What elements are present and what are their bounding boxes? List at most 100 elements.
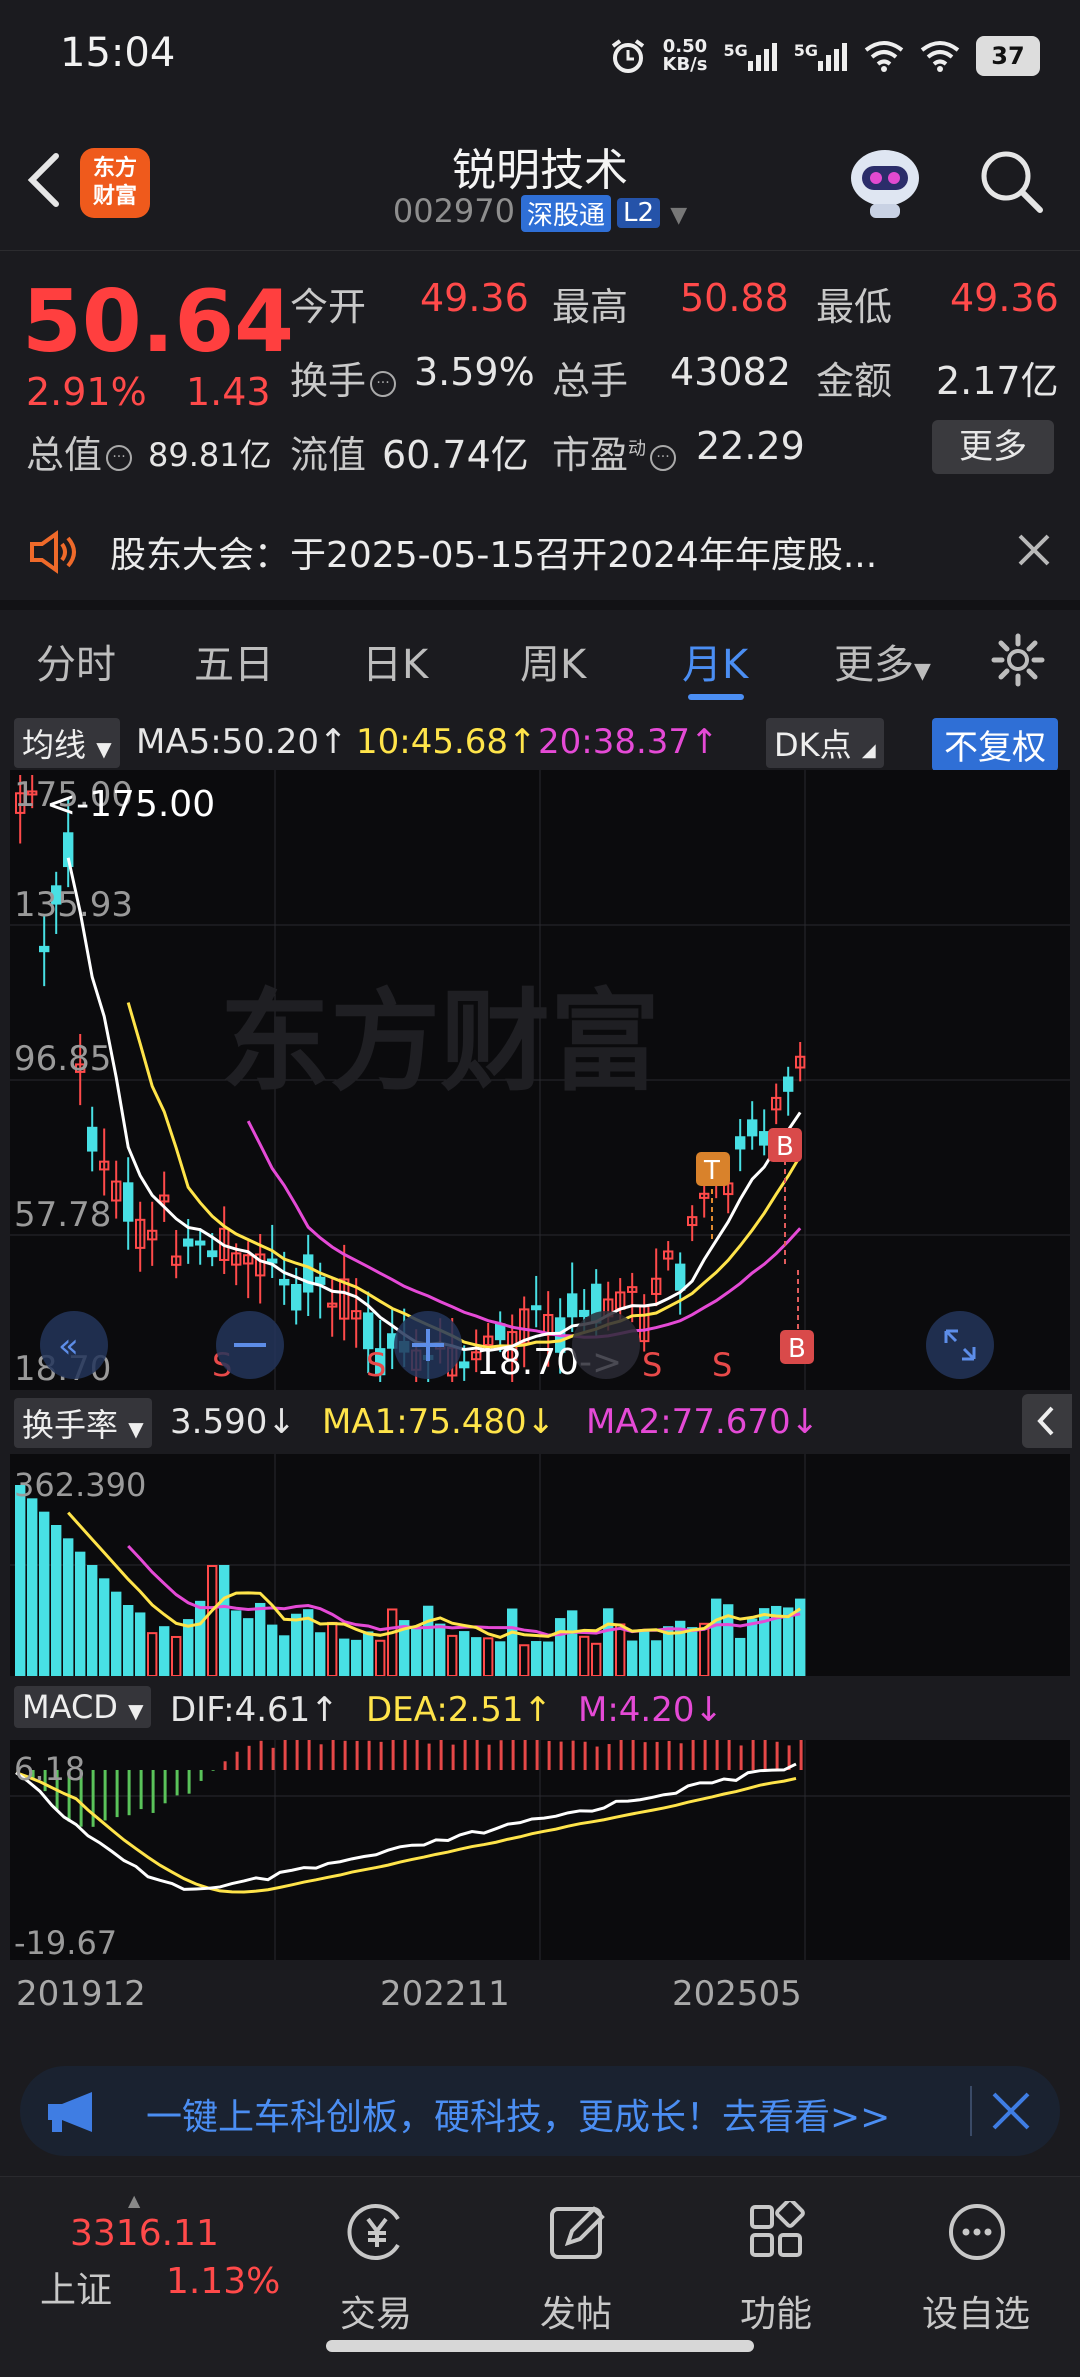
high-label: 最高 bbox=[552, 285, 629, 329]
macd-bar bbox=[679, 1743, 683, 1770]
signal-1: 5G bbox=[723, 41, 777, 71]
turnover-chart[interactable]: 362.390 bbox=[10, 1454, 1070, 1676]
nav-trade[interactable]: 交易 bbox=[276, 2177, 476, 2347]
macd-bar bbox=[247, 1745, 251, 1770]
turnover-bar bbox=[555, 1618, 566, 1676]
candle-body bbox=[123, 1182, 134, 1222]
macd-bar bbox=[571, 1740, 575, 1770]
quote-panel: 50.64 2.91% 1.43 今开 49.36 最高 50.88 最低 49… bbox=[0, 252, 1080, 510]
turnover-bar bbox=[51, 1525, 62, 1676]
turnover-bar bbox=[783, 1607, 794, 1676]
gear-icon[interactable] bbox=[990, 632, 1046, 688]
nav-add-watchlist[interactable]: 设自选 bbox=[876, 2177, 1076, 2347]
turnover-bar bbox=[519, 1644, 530, 1676]
turnover-select-label: 换手率 bbox=[22, 1406, 119, 1444]
info-icon[interactable]: ··· bbox=[650, 444, 677, 471]
candle-body bbox=[747, 1119, 758, 1137]
macd-bar bbox=[631, 1740, 635, 1770]
tab-five-day[interactable]: 五日 bbox=[194, 632, 274, 690]
tab-minute[interactable]: 分时 bbox=[36, 632, 116, 690]
macd-bar bbox=[643, 1742, 647, 1770]
turnover-bar bbox=[447, 1634, 458, 1676]
dropdown-caret-icon: ▼ bbox=[914, 659, 931, 684]
info-icon[interactable]: ··· bbox=[106, 444, 133, 471]
tab-weekly-k[interactable]: 周K bbox=[520, 632, 586, 690]
turnover-bar bbox=[711, 1598, 722, 1676]
macd-bar bbox=[283, 1740, 287, 1770]
turnover-bar bbox=[195, 1600, 206, 1676]
macd-select[interactable]: MACD ▼ bbox=[14, 1686, 152, 1728]
x-label-mid: 202211 bbox=[380, 1974, 510, 2014]
assistant-robot-icon[interactable] bbox=[840, 142, 930, 222]
close-icon[interactable] bbox=[1014, 530, 1054, 570]
macd-bar bbox=[475, 1740, 479, 1770]
index-widget[interactable]: ▲ 3316.11 上证 1.13% bbox=[40, 2177, 280, 2347]
collapse-panel-button[interactable] bbox=[1022, 1394, 1072, 1448]
pe-label-text: 市盈 bbox=[552, 433, 629, 477]
search-icon[interactable] bbox=[976, 146, 1046, 216]
net-speed-unit: KB/s bbox=[662, 54, 708, 75]
kline-chart[interactable]: 东方财富 175.00 135.93 96.85 57.78 18.70 <-1… bbox=[10, 770, 1070, 1390]
pe-value: 22.29 bbox=[696, 424, 805, 468]
macd-chart[interactable]: 6.18 -19.67 bbox=[10, 1740, 1070, 1960]
banner-divider bbox=[970, 2086, 972, 2136]
macd-bar bbox=[583, 1741, 587, 1770]
status-bar: 15:04 0.50 KB/s 5G 5G 37 bbox=[0, 0, 1080, 120]
turnover-bar bbox=[651, 1640, 662, 1676]
macd-bar bbox=[127, 1770, 131, 1816]
macd-bar bbox=[511, 1740, 515, 1770]
more-button[interactable]: 更多 bbox=[932, 420, 1054, 474]
macd-bar bbox=[367, 1740, 371, 1770]
turnover-bar bbox=[603, 1608, 614, 1676]
candle-body bbox=[675, 1263, 686, 1291]
macd-bar bbox=[199, 1770, 203, 1781]
turnover-select[interactable]: 换手率 ▼ bbox=[14, 1398, 152, 1448]
turnover-bar bbox=[63, 1538, 74, 1676]
dropdown-caret-icon: ▼ bbox=[96, 737, 112, 761]
indicator-select[interactable]: 均线 ▼ bbox=[14, 718, 120, 768]
amount-label: 金额 bbox=[816, 359, 893, 403]
promo-banner[interactable]: 一键上车科创板，硬科技，更成长！去看看>> bbox=[20, 2066, 1060, 2156]
last-price: 50.64 bbox=[22, 272, 295, 372]
turnover-ma2-text: MA2:77.670 bbox=[586, 1402, 791, 1442]
high-value: 50.88 bbox=[680, 276, 789, 320]
turnover-bar bbox=[243, 1618, 254, 1676]
turnover-y-top: 362.390 bbox=[14, 1466, 146, 1504]
candle-body bbox=[195, 1240, 206, 1246]
main-chart-toolbar: 均线 ▼ MA5:50.20↑ 10:45.68↑ 20:38.37↑ DK点 … bbox=[0, 710, 1080, 771]
tab-monthly-k[interactable]: 月K bbox=[682, 632, 748, 690]
macd-bar bbox=[379, 1741, 383, 1770]
dea-text: DEA:2.51 bbox=[366, 1690, 524, 1730]
volume-value: 43082 bbox=[670, 350, 791, 394]
notice-bar[interactable]: 股东大会：于2025-05-15召开2024年年度股... bbox=[0, 500, 1080, 610]
nav-add-watchlist-label: 设自选 bbox=[921, 2294, 1030, 2335]
macd-histogram bbox=[31, 1740, 803, 1827]
macd-bar bbox=[319, 1744, 323, 1770]
tab-more[interactable]: 更多▼ bbox=[834, 632, 931, 690]
home-indicator[interactable] bbox=[326, 2340, 754, 2352]
nav-functions[interactable]: 功能 bbox=[676, 2177, 876, 2347]
info-icon[interactable]: ··· bbox=[370, 370, 397, 397]
yen-circle-icon bbox=[347, 2204, 400, 2260]
nav-post-label: 发帖 bbox=[539, 2294, 612, 2335]
tab-more-label: 更多 bbox=[834, 642, 914, 688]
candle-body bbox=[39, 945, 50, 953]
close-icon[interactable] bbox=[990, 2090, 1032, 2132]
nav-post[interactable]: 发帖 bbox=[476, 2177, 676, 2347]
dk-select-label: DK点 bbox=[774, 726, 852, 764]
macd-bar bbox=[223, 1761, 227, 1770]
open-value: 49.36 bbox=[420, 276, 529, 320]
scroll-right-button[interactable] bbox=[572, 1311, 640, 1379]
fullscreen-button[interactable] bbox=[926, 1311, 994, 1379]
turnover-bar bbox=[255, 1602, 266, 1676]
indicator-select-label: 均线 bbox=[22, 726, 87, 764]
turnover-bar bbox=[423, 1605, 434, 1676]
adjust-button[interactable]: 不复权 bbox=[932, 718, 1058, 771]
tab-daily-k[interactable]: 日K bbox=[362, 632, 428, 690]
dk-point-select[interactable]: DK点 ◢ bbox=[766, 718, 884, 768]
macd-bar bbox=[487, 1744, 491, 1770]
turnover-bar bbox=[411, 1626, 422, 1676]
macd-bar bbox=[691, 1740, 695, 1770]
turnover-bar bbox=[435, 1623, 446, 1676]
turnover-bar bbox=[171, 1635, 182, 1676]
